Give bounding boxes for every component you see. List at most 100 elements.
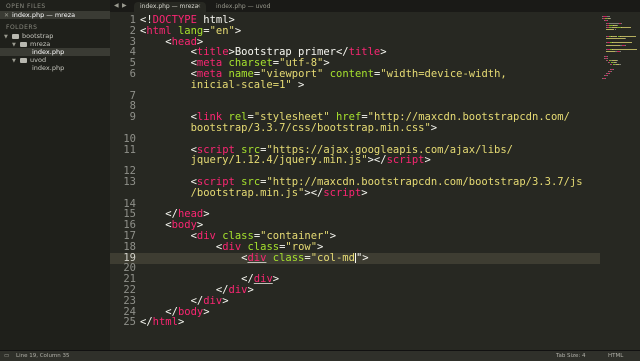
status-bar: ▭ Line 19, Column 35 Tab Size: 4 HTML	[0, 350, 640, 361]
code-line[interactable]: jquery/1.12.4/jquery.min.js"></script>	[140, 155, 431, 166]
minimap-line	[603, 16, 607, 17]
folder-icon	[20, 41, 27, 47]
code-token: html	[152, 316, 178, 329]
minimap-line	[605, 77, 606, 79]
line-number: 9	[129, 111, 136, 124]
code-token: <	[140, 251, 248, 264]
line-number: 13	[123, 176, 136, 188]
minimap-line	[616, 24, 617, 26]
code-token: >	[329, 230, 337, 242]
minimap[interactable]	[600, 12, 640, 350]
tab-label: index.php — mreza	[140, 3, 199, 10]
minimap-line	[606, 20, 607, 22]
code-token: title	[348, 46, 381, 59]
folder-label: bootstrap	[22, 32, 54, 40]
code-token: "width=device-width,	[380, 68, 507, 80]
minimap-line	[611, 27, 617, 28]
minimap-line	[619, 64, 621, 66]
code-token: >	[203, 208, 210, 221]
code-token: >	[380, 46, 387, 59]
chevron-left-icon[interactable]: ◀	[114, 0, 119, 12]
minimap-line	[606, 44, 620, 46]
minimap-line	[611, 35, 617, 37]
minimap-line	[612, 42, 632, 44]
code-token: ></	[367, 154, 387, 167]
tab-label: index.php — uvod	[216, 3, 271, 10]
folder-item-uvod[interactable]: ▼ uvod	[0, 56, 110, 64]
code-line[interactable]: /bootstrap.min.js"></script>	[140, 186, 368, 199]
minimap-line	[610, 71, 611, 72]
line-number-gutter: 1 2 3 4 5 6 7 8 9 10 11 12 13 14 15 16 17 18 19 20 21 22 23 24 2…	[110, 12, 136, 350]
code-token: ">	[355, 251, 369, 264]
code-token: >	[272, 273, 280, 286]
close-icon[interactable]: ✕	[196, 2, 201, 12]
open-file-label: index.php — mreza	[12, 11, 76, 19]
code-token: >	[291, 78, 305, 91]
minimap-line	[612, 68, 613, 70]
minimap-line	[606, 51, 615, 53]
code-token: "en"	[209, 24, 235, 37]
tab-bar: ◀ ▶ index.php — mreza ✕ index.php — uvod	[110, 0, 640, 12]
code-token: div	[228, 284, 248, 296]
code-line[interactable]: inicial-scale=1" >	[140, 78, 305, 91]
file-label: index.php	[32, 48, 65, 56]
file-item-mreza-index[interactable]: index.php	[0, 48, 110, 56]
minimap-line	[625, 38, 626, 39]
code-token: class	[272, 251, 305, 264]
folder-item-mreza[interactable]: ▼ mreza	[0, 40, 110, 48]
code-token: script	[386, 154, 425, 167]
code-token: inicial-scale=1"	[190, 78, 292, 91]
code-token: script	[323, 186, 362, 199]
minimap-line	[609, 22, 619, 24]
code-line[interactable]: </html>	[140, 317, 184, 328]
code-token: /bootstrap.min.js"	[190, 186, 305, 199]
chevron-right-icon[interactable]: ▶	[122, 0, 127, 12]
minimap-line	[607, 55, 608, 57]
minimap-line	[606, 38, 625, 39]
line-number: 6	[129, 68, 136, 80]
minimap-line	[624, 44, 625, 46]
tab-index-uvod[interactable]: index.php — uvod	[210, 2, 278, 12]
line-number: 25	[123, 316, 136, 329]
sidebar: OPEN FILES ✕ index.php — mreza FOLDERS ▼ b…	[0, 0, 111, 350]
minimap-line	[612, 49, 637, 50]
code-token: jquery/1.12.4/jquery.min.js"	[190, 154, 368, 167]
minimap-line	[607, 16, 610, 17]
code-token: bootstrap/3.3.7/css/bootstrap.min.css"	[190, 122, 431, 134]
folder-icon	[20, 57, 27, 63]
minimap-line	[606, 57, 607, 59]
code-token: div	[247, 251, 267, 264]
code-token: >	[247, 284, 254, 296]
code-token: >	[222, 294, 229, 307]
file-item-uvod-index[interactable]: index.php	[0, 64, 110, 72]
code-line[interactable]: <div class="col-md">	[140, 251, 369, 264]
open-files-header: OPEN FILES	[6, 3, 46, 10]
code-token: </	[140, 316, 153, 329]
folders-header: FOLDERS	[6, 24, 38, 31]
minimap-line	[607, 75, 608, 77]
open-file-item[interactable]: ✕ index.php — mreza	[0, 11, 110, 19]
code-token: >	[430, 122, 438, 134]
code-line[interactable]: bootstrap/3.3.7/css/bootstrap.min.css">	[140, 122, 438, 134]
line-number: 11	[123, 143, 136, 156]
minimap-line	[614, 29, 615, 31]
minimap-line	[609, 18, 610, 20]
folder-icon	[12, 33, 19, 39]
folder-item-bootstrap[interactable]: ▼ bootstrap	[0, 32, 110, 40]
close-icon[interactable]: ✕	[4, 12, 12, 20]
minimap-line	[617, 60, 618, 61]
minimap-line	[621, 27, 631, 28]
folder-label: mreza	[30, 40, 51, 48]
tab-index-mreza[interactable]: index.php — mreza ✕	[134, 2, 206, 12]
minimap-line	[608, 73, 609, 75]
folder-label: uvod	[30, 56, 47, 64]
minimap-line	[606, 29, 614, 31]
code-token: "col-md	[310, 251, 355, 264]
code-editor[interactable]: 1 2 3 4 5 6 7 8 9 10 11 12 13 14 15 16 17 18 19 20 21 22 23 24 2…	[110, 12, 600, 350]
code-token: >	[361, 186, 368, 199]
minimap-line	[621, 22, 622, 24]
file-label: index.php	[32, 64, 65, 72]
